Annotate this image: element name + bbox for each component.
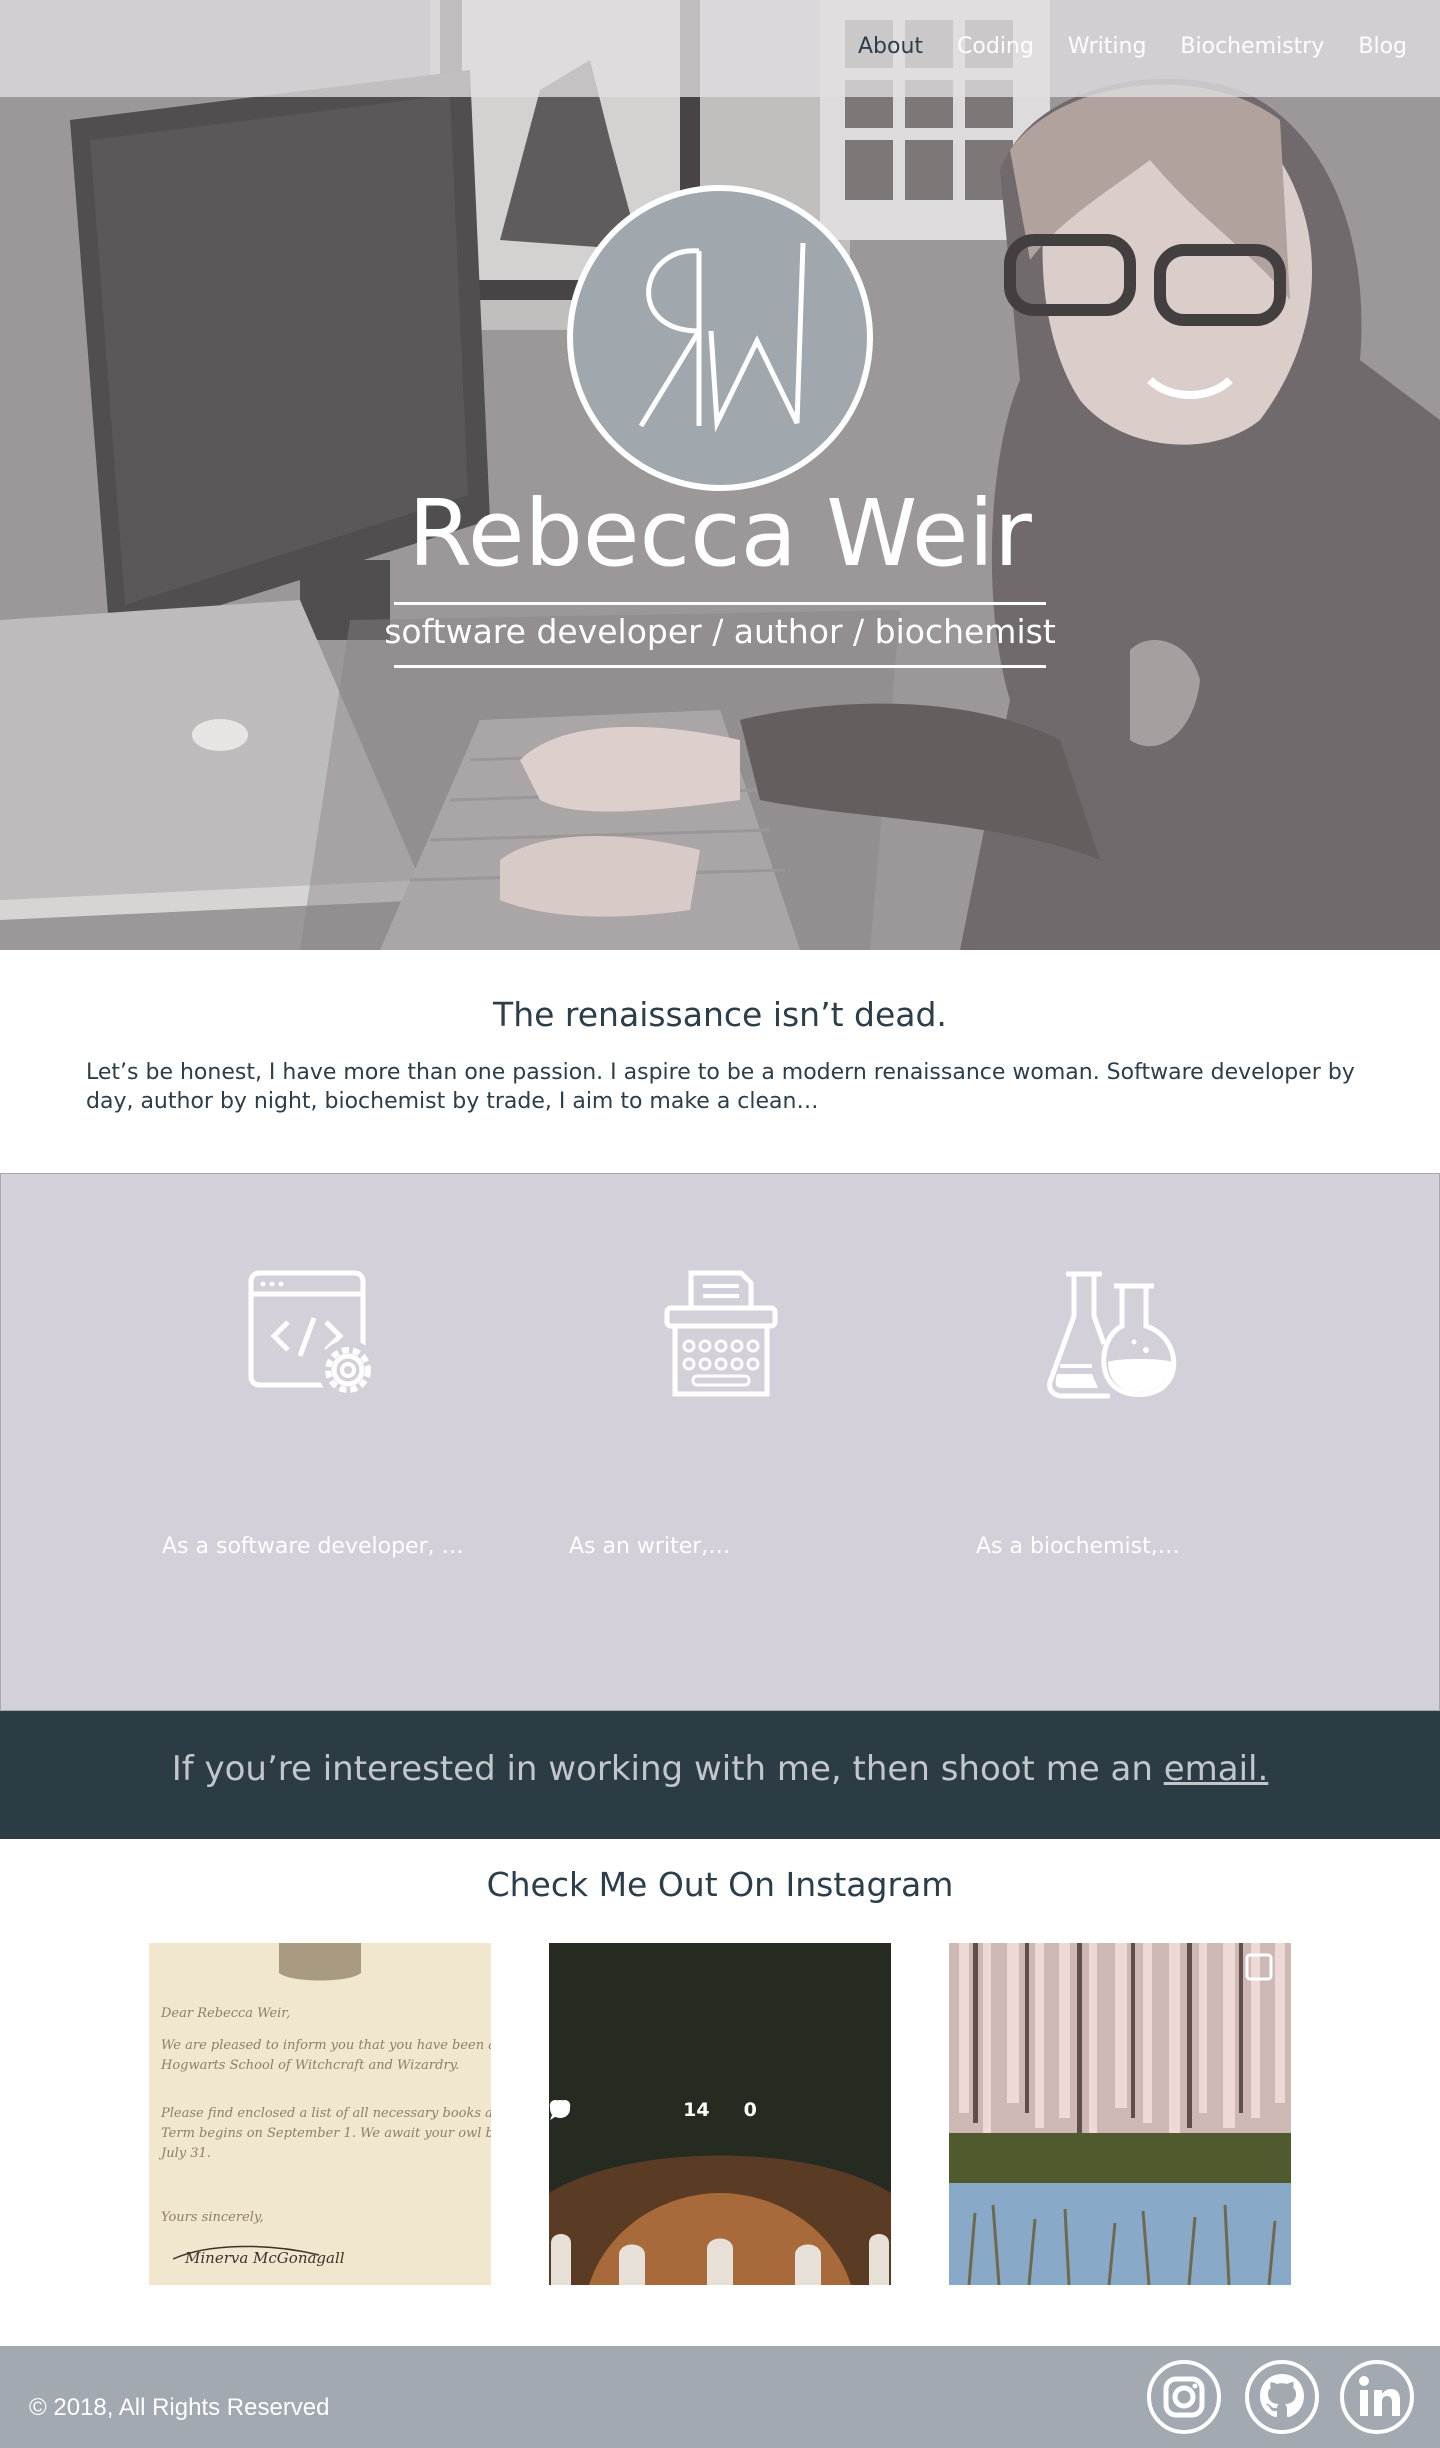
copyright-text: © 2018, All Rights Reserved [29, 2394, 330, 2421]
nav-link-blog[interactable]: Blog [1358, 34, 1407, 59]
letter-line-5: July 31. [158, 2146, 211, 2161]
letter-line-4: Term begins on September 1. We await you… [161, 2126, 491, 2141]
hero-subtitle: software developer / author / biochemist [384, 612, 1056, 651]
letter-line-6: Yours sincerely, [161, 2210, 264, 2225]
linkedin-link[interactable] [1340, 2360, 1414, 2434]
hero-name: Rebecca Weir [408, 480, 1032, 587]
site-footer: © 2018, All Rights Reserved [0, 2346, 1440, 2448]
cta-text: If you’re interested in working with me,… [0, 1749, 1440, 1789]
comments-stat: 0 [550, 2099, 757, 2121]
instagram-link[interactable] [1147, 2360, 1221, 2434]
nav-link-biochemistry[interactable]: Biochemistry [1180, 34, 1324, 59]
email-link[interactable]: email. [1164, 1749, 1269, 1789]
letter-greeting: Dear Rebecca Weir, [160, 2006, 290, 2021]
linkedin-icon [1359, 2376, 1400, 2416]
instagram-post-3[interactable] [949, 1943, 1291, 2285]
github-icon [1260, 2374, 1304, 2417]
top-navbar: About Coding Writing Biochemistry Blog [0, 0, 1440, 97]
hero-divider-bottom [394, 665, 1046, 668]
letter-line-3: Please find enclosed a list of all neces… [160, 2106, 491, 2121]
letter-line-1: We are pleased to inform you that you ha… [161, 2038, 491, 2053]
service-software-label: As a software developer, … [162, 1534, 464, 1559]
rw-monogram-icon [638, 242, 806, 433]
service-biochemist-label: As a biochemist,… [976, 1534, 1180, 1559]
instagram-post-1[interactable]: Dear Rebecca Weir, We are pleased to inf… [149, 1943, 491, 2285]
instagram-post-2[interactable]: 14 0 [549, 1943, 891, 2285]
github-link[interactable] [1245, 2360, 1319, 2434]
code-window-gear-icon [248, 1270, 378, 1400]
instagram-section-title: Check Me Out On Instagram [486, 1865, 954, 1904]
likes-count: 14 [683, 2099, 710, 2121]
comments-count: 0 [743, 2099, 757, 2121]
post-stats: 14 0 [549, 2099, 891, 2121]
rw-monogram-logo [567, 185, 873, 491]
service-writer-label: As an writer,… [569, 1534, 731, 1559]
nav-link-writing[interactable]: Writing [1068, 34, 1147, 59]
nav-link-about[interactable]: About [858, 34, 923, 59]
contact-cta-banner: If you’re interested in working with me,… [0, 1711, 1440, 1839]
typewriter-icon [664, 1270, 778, 1397]
services-section: As a software developer, … As an writer,… [0, 1173, 1440, 1711]
hogwarts-letter-image: Dear Rebecca Weir, We are pleased to inf… [149, 1943, 491, 2285]
cherry-blossoms-image [949, 1943, 1291, 2285]
letter-line-2: Hogwarts School of Witchcraft and Wizard… [160, 2058, 459, 2073]
letter-signature: Minerva McGonagall [184, 2249, 345, 2267]
flasks-icon [1047, 1271, 1177, 1399]
cta-text-prefix: If you’re interested in working with me,… [171, 1749, 1164, 1789]
comment-bubble-icon [550, 2100, 570, 2120]
nav-link-coding[interactable]: Coding [957, 34, 1034, 59]
main-nav: About Coding Writing Biochemistry Blog [858, 34, 1407, 59]
hero-divider-top [394, 602, 1046, 605]
hero-section: About Coding Writing Biochemistry Blog R… [0, 0, 1440, 950]
intro-text: Let’s be honest, I have more than one pa… [86, 1060, 1355, 1114]
instagram-icon [1163, 2376, 1205, 2418]
likes-stat: 14 [549, 2099, 710, 2121]
intro-title: The renaissance isn’t dead. [493, 995, 947, 1034]
